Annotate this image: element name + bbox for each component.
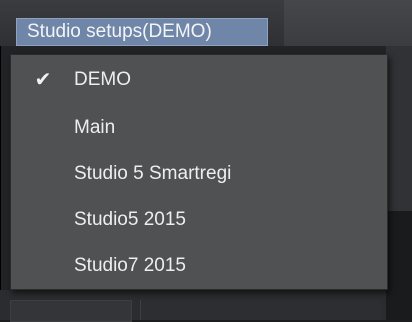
menu-item-demo[interactable]: ✔ DEMO xyxy=(11,57,387,103)
checkmark-icon: ✔ xyxy=(34,69,52,91)
toolbar-right-area xyxy=(284,0,412,46)
menu-item-studio7-2015[interactable]: Studio7 2015 xyxy=(11,243,387,289)
menu-item-label: Studio7 2015 xyxy=(74,255,186,276)
background-strip xyxy=(386,211,412,320)
background-bottom-area xyxy=(0,290,386,322)
background-cell xyxy=(140,300,381,320)
menu-item-main[interactable]: Main xyxy=(11,105,387,151)
menu-item-label: Studio5 2015 xyxy=(74,209,186,230)
studio-setups-menu: ✔ DEMO Main Studio 5 Smartregi Studio5 2… xyxy=(10,54,388,290)
background-cell xyxy=(10,300,132,322)
menu-item-studio-5-smartregi[interactable]: Studio 5 Smartregi xyxy=(11,151,387,197)
menu-item-label: Main xyxy=(74,117,116,138)
menu-item-studio5-2015[interactable]: Studio5 2015 xyxy=(11,197,387,243)
background-panel xyxy=(386,46,412,211)
menu-item-label: DEMO xyxy=(74,69,131,90)
studio-setups-dropdown-button[interactable]: Studio setups(DEMO) xyxy=(16,18,268,46)
menu-item-label: Studio 5 Smartregi xyxy=(74,163,232,184)
